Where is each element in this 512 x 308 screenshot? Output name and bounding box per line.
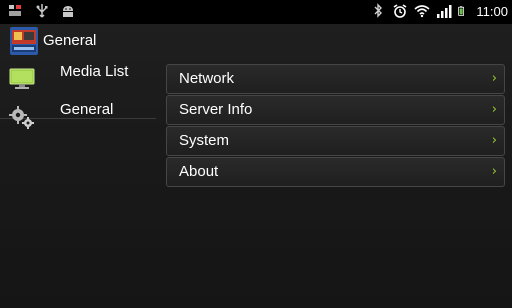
pref-item-server-info[interactable]: Server Info ›: [166, 95, 505, 125]
app-window: General Media List General Network › Ser…: [0, 24, 512, 308]
settings-headers: Media List General: [0, 60, 156, 129]
action-bar: General: [0, 24, 512, 60]
chevron-right-icon: ›: [491, 133, 497, 148]
gears-icon: [9, 106, 34, 129]
pref-item-network[interactable]: Network ›: [166, 64, 505, 94]
app-logo-icon[interactable]: [10, 27, 38, 55]
status-bar-right: 11:00: [370, 3, 508, 19]
signal-icon: [437, 5, 452, 18]
chevron-right-icon: ›: [491, 102, 497, 117]
battery-icon: [458, 6, 465, 16]
monitor-icon: [9, 68, 35, 89]
pref-item-label: Network: [179, 70, 235, 87]
header-item-label: Media List: [60, 63, 129, 80]
status-bar-left: [8, 3, 76, 19]
header-item-label: General: [60, 101, 114, 118]
chevron-right-icon: ›: [491, 71, 497, 86]
status-time: 11:00: [476, 3, 508, 19]
header-item-general[interactable]: General: [0, 98, 156, 136]
notification-icon: [9, 5, 21, 16]
usb-icon: [36, 4, 48, 18]
pref-item-label: About: [179, 163, 219, 180]
status-bar: 11:00: [0, 0, 512, 24]
pref-item-system[interactable]: System ›: [166, 126, 505, 156]
pref-item-label: System: [179, 132, 230, 149]
chevron-right-icon: ›: [491, 164, 497, 179]
android-debug-icon: [63, 6, 73, 17]
pref-item-about[interactable]: About ›: [166, 157, 505, 187]
preferences-list: Network › Server Info › System › About ›: [166, 64, 505, 188]
alarm-icon: [393, 4, 407, 18]
pref-item-label: Server Info: [179, 101, 253, 118]
header-item-media-list[interactable]: Media List: [0, 60, 156, 98]
bluetooth-icon: [374, 3, 383, 18]
wifi-icon: [414, 5, 430, 18]
action-bar-title: General: [43, 32, 97, 49]
